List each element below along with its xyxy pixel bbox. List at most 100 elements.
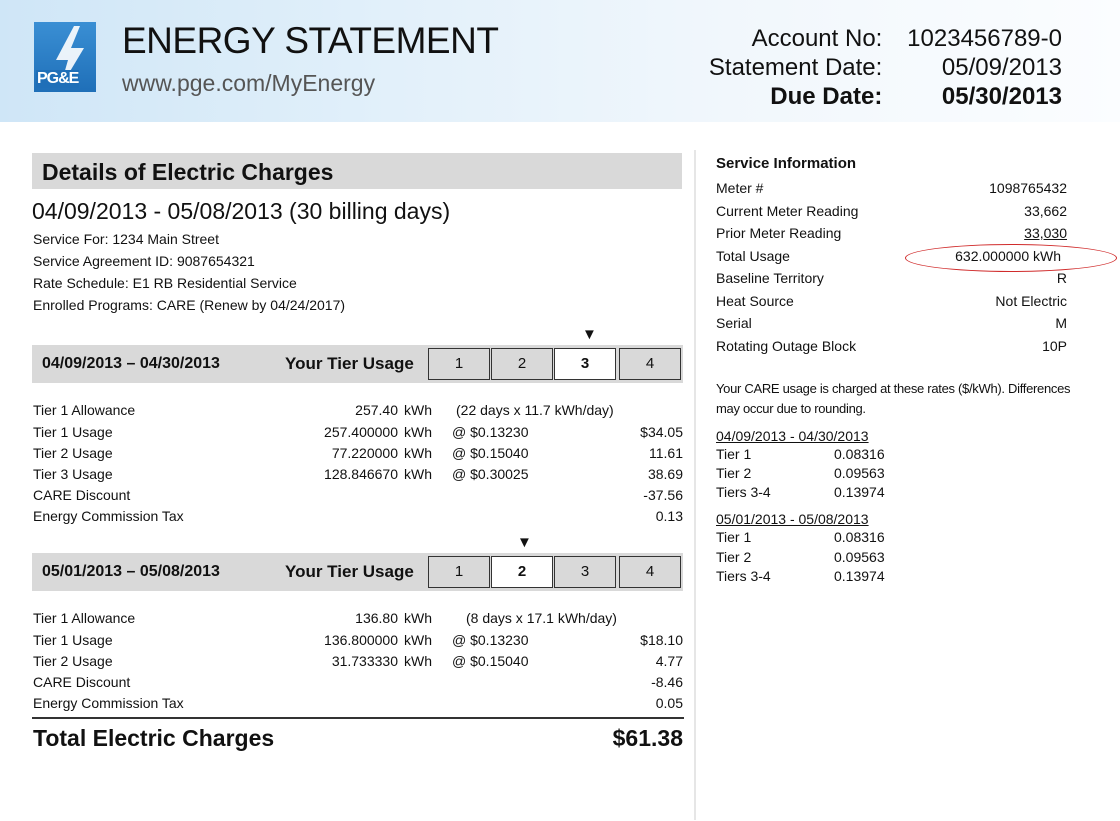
statement-header: PG&E ENERGY STATEMENT www.pge.com/MyEner… bbox=[0, 0, 1120, 122]
care-rate-period: 04/09/2013 - 04/30/2013 bbox=[716, 428, 869, 444]
details-section-title: Details of Electric Charges bbox=[32, 153, 682, 189]
charge-qty: 136.80 bbox=[355, 610, 398, 626]
tier-box-4: 4 bbox=[619, 348, 681, 380]
period-range: 04/09/2013 – 04/30/2013 bbox=[42, 355, 220, 372]
account-number-value: 1023456789-0 bbox=[907, 25, 1062, 52]
total-amount: $61.38 bbox=[612, 725, 683, 751]
statement-date-value: 05/09/2013 bbox=[941, 54, 1062, 81]
charge-amount: -8.46 bbox=[651, 674, 683, 690]
service-info-value: Not Electric bbox=[995, 293, 1067, 309]
care-rate-row: Tiers 3-4 0.13974 bbox=[716, 484, 885, 500]
charge-rate: (22 days x 11.7 kWh/day) bbox=[456, 402, 614, 418]
care-rate-row: Tier 1 0.08316 bbox=[716, 446, 885, 462]
service-info-row: Meter # 1098765432 bbox=[716, 180, 1067, 202]
charge-unit: kWh bbox=[404, 466, 432, 482]
charge-unit: kWh bbox=[404, 632, 432, 648]
care-rate-value: 0.13974 bbox=[834, 484, 885, 500]
charge-amount: $34.05 bbox=[640, 424, 683, 440]
charge-label: Tier 1 Usage bbox=[33, 632, 113, 648]
total-usage-highlight-oval bbox=[905, 244, 1117, 272]
charge-rate: @ $0.15040 bbox=[452, 445, 529, 461]
charge-label: CARE Discount bbox=[33, 674, 131, 690]
tier-box-3-active: 3 bbox=[554, 348, 616, 380]
charge-label: Energy Commission Tax bbox=[33, 508, 184, 524]
due-date-value: 05/30/2013 bbox=[941, 83, 1062, 110]
service-info-label: Rotating Outage Block bbox=[716, 338, 857, 354]
charge-amount: $18.10 bbox=[640, 632, 683, 648]
care-rate-value: 0.08316 bbox=[834, 446, 885, 462]
column-divider bbox=[694, 150, 696, 820]
care-rate-tier: Tier 2 bbox=[716, 549, 752, 565]
tier-box-2-active: 2 bbox=[491, 556, 553, 588]
service-info-label: Current Meter Reading bbox=[716, 203, 859, 219]
period-range: 05/01/2013 – 05/08/2013 bbox=[42, 563, 220, 580]
service-info-label: Heat Source bbox=[716, 293, 794, 309]
rate-schedule: Rate Schedule: E1 RB Residential Service bbox=[33, 275, 297, 291]
billing-period: 04/09/2013 - 05/08/2013 (30 billing days… bbox=[32, 198, 451, 224]
charge-amount: 0.13 bbox=[655, 508, 683, 524]
service-info-value: M bbox=[1055, 315, 1067, 331]
charge-amount: 4.77 bbox=[655, 653, 683, 669]
account-summary: Account No: 1023456789-0 Statement Date:… bbox=[709, 24, 1062, 111]
care-rate-tier: Tiers 3-4 bbox=[716, 484, 771, 500]
tier-marker-icon: ▼ bbox=[517, 534, 532, 551]
service-agreement: Service Agreement ID: 9087654321 bbox=[33, 253, 255, 269]
pge-logo: PG&E bbox=[34, 22, 96, 92]
service-info-label: Serial bbox=[716, 315, 752, 331]
charge-qty: 77.220000 bbox=[331, 445, 398, 461]
charge-unit: kWh bbox=[404, 402, 432, 418]
website-url[interactable]: www.pge.com/MyEnergy bbox=[122, 70, 375, 97]
charge-unit: kWh bbox=[404, 445, 432, 461]
care-rate-value: 0.09563 bbox=[834, 465, 885, 481]
care-rate-tier: Tier 2 bbox=[716, 465, 752, 481]
statement-date-row: Statement Date: 05/09/2013 bbox=[709, 53, 1062, 82]
charge-label: Tier 3 Usage bbox=[33, 466, 113, 482]
logo-text: PG&E bbox=[36, 70, 79, 88]
service-info-value: 33,030 bbox=[1024, 225, 1067, 241]
due-date-label: Due Date: bbox=[770, 83, 883, 110]
charge-qty: 257.40 bbox=[355, 402, 398, 418]
charge-amount: 38.69 bbox=[647, 466, 683, 482]
charge-amount: 11.61 bbox=[649, 445, 683, 461]
tier-usage-label: Your Tier Usage bbox=[285, 354, 414, 373]
service-info-row: Rotating Outage Block 10P bbox=[716, 338, 1067, 360]
care-rate-tier: Tier 1 bbox=[716, 446, 752, 462]
care-rate-value: 0.09563 bbox=[834, 549, 885, 565]
charge-amount: -37.56 bbox=[643, 487, 683, 503]
charge-label: Tier 1 Usage bbox=[33, 424, 113, 440]
service-info-title: Service Information bbox=[716, 155, 857, 172]
charge-label: Tier 2 Usage bbox=[33, 445, 113, 461]
care-rate-row: Tier 1 0.08316 bbox=[716, 529, 885, 545]
charge-unit: kWh bbox=[404, 424, 432, 440]
tier-box-1: 1 bbox=[428, 556, 490, 588]
charge-label: Tier 1 Allowance bbox=[33, 610, 136, 626]
care-rate-value: 0.08316 bbox=[834, 529, 885, 545]
tier-box-2: 2 bbox=[491, 348, 553, 380]
service-info-value: 1098765432 bbox=[989, 180, 1067, 196]
charge-qty: 257.400000 bbox=[324, 424, 398, 440]
tier-usage-bar: 04/09/2013 – 04/30/2013 Your Tier Usage … bbox=[32, 345, 683, 383]
total-divider bbox=[32, 717, 684, 719]
service-info-value: R bbox=[1056, 270, 1067, 286]
service-info-row: Baseline Territory R bbox=[716, 270, 1067, 292]
service-info-label: Baseline Territory bbox=[716, 270, 824, 286]
service-info-label: Meter # bbox=[716, 180, 764, 196]
service-info-row: Current Meter Reading 33,662 bbox=[716, 203, 1067, 225]
care-rates-note: Your CARE usage is charged at these rate… bbox=[716, 381, 1071, 416]
charge-rate: @ $0.30025 bbox=[452, 466, 529, 482]
account-number-label: Account No: bbox=[751, 25, 883, 52]
care-rate-tier: Tiers 3-4 bbox=[716, 568, 771, 584]
charge-rate: (8 days x 17.1 kWh/day) bbox=[466, 610, 617, 626]
account-number-row: Account No: 1023456789-0 bbox=[709, 24, 1062, 53]
charge-qty: 128.846670 bbox=[324, 466, 398, 482]
care-rate-period: 05/01/2013 - 05/08/2013 bbox=[716, 511, 869, 527]
charge-label: Tier 2 Usage bbox=[33, 653, 113, 669]
charge-amount: 0.05 bbox=[655, 695, 683, 711]
service-info-value: 33,662 bbox=[1024, 203, 1067, 219]
charge-label: Tier 1 Allowance bbox=[33, 402, 136, 418]
enrolled-programs: Enrolled Programs: CARE (Renew by 04/24/… bbox=[33, 297, 346, 313]
service-info-row: Serial M bbox=[716, 315, 1067, 337]
care-rate-tier: Tier 1 bbox=[716, 529, 752, 545]
charge-unit: kWh bbox=[404, 653, 432, 669]
charge-qty: 136.800000 bbox=[324, 632, 398, 648]
